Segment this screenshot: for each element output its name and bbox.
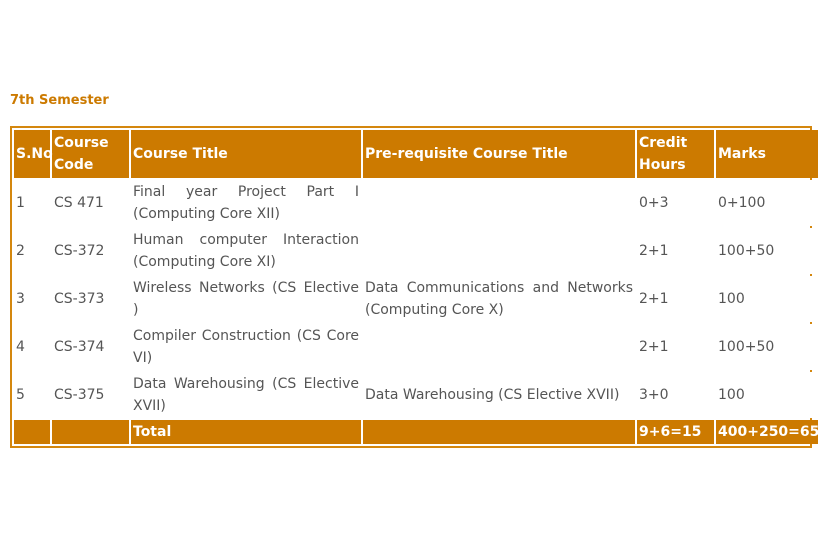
cell-prerequisite: [363, 324, 635, 370]
cell-code: CS 471: [52, 180, 129, 226]
header-credit-line1: Credit: [639, 135, 688, 151]
header-prerequisite: Pre-requisite Course Title: [363, 130, 635, 178]
table-row: 5 CS-375 Data Warehousing (CS Elective X…: [14, 372, 818, 418]
cell-sno: 2: [14, 228, 50, 274]
total-cell-sno: [14, 420, 50, 444]
cell-sno: 3: [14, 276, 50, 322]
header-course-code: Course Code: [52, 130, 129, 178]
total-cell-code: [52, 420, 129, 444]
cell-code: CS-372: [52, 228, 129, 274]
course-table-frame: S.No Course Code Course Title Pre-requis…: [10, 126, 826, 448]
cell-credit: 2+1: [637, 228, 714, 274]
total-credit: 9+6=15: [637, 420, 714, 444]
cell-title: Compiler Construction (CS Core VI): [131, 324, 361, 370]
cell-code: CS-374: [52, 324, 129, 370]
total-cell-prerequisite: [363, 420, 635, 444]
cell-marks: 100+50: [716, 324, 818, 370]
total-label: Total: [131, 420, 361, 444]
cell-prerequisite: Data Communications and Networks (Comput…: [363, 276, 635, 322]
table-row: 3 CS-373 Wireless Networks (CS Elective …: [14, 276, 818, 322]
header-marks: Marks: [716, 130, 818, 178]
cell-title: Wireless Networks (CS Elective ): [131, 276, 361, 322]
total-marks: 400+250=650: [716, 420, 826, 444]
cell-title: Final year Project Part I (Computing Cor…: [131, 180, 361, 226]
cell-sno: 5: [14, 372, 50, 418]
cell-marks: 0+100: [716, 180, 818, 226]
cell-sno: 4: [14, 324, 50, 370]
semester-heading: 7th Semester: [10, 93, 109, 108]
header-course-code-line2: Code: [54, 157, 94, 173]
cell-code: CS-375: [52, 372, 129, 418]
table-row: 1 CS 471 Final year Project Part I (Comp…: [14, 180, 818, 226]
course-table: S.No Course Code Course Title Pre-requis…: [12, 128, 826, 446]
cell-credit: 2+1: [637, 276, 714, 322]
cell-credit: 0+3: [637, 180, 714, 226]
cell-marks: 100: [716, 276, 818, 322]
cell-credit: 2+1: [637, 324, 714, 370]
table-header-row: S.No Course Code Course Title Pre-requis…: [14, 130, 818, 178]
cell-credit: 3+0: [637, 372, 714, 418]
cell-prerequisite: [363, 180, 635, 226]
header-credit-hours: Credit Hours: [637, 130, 714, 178]
header-sno: S.No: [14, 130, 53, 178]
table-row: 4 CS-374 Compiler Construction (CS Core …: [14, 324, 818, 370]
cell-marks: 100+50: [716, 228, 818, 274]
header-course-code-line1: Course: [54, 135, 109, 151]
header-credit-line2: Hours: [639, 157, 686, 173]
cell-title: Data Warehousing (CS Elective XVII): [131, 372, 361, 418]
header-course-title: Course Title: [131, 130, 361, 178]
table-row: 2 CS-372 Human computer Interaction (Com…: [14, 228, 818, 274]
cell-sno: 1: [14, 180, 50, 226]
cell-prerequisite: Data Warehousing (CS Elective XVII): [363, 372, 635, 418]
cell-code: CS-373: [52, 276, 129, 322]
cell-title: Human computer Interaction (Computing Co…: [131, 228, 361, 274]
table-total-row: Total 9+6=15 400+250=650: [14, 420, 826, 444]
cell-prerequisite: [363, 228, 635, 274]
cell-marks: 100: [716, 372, 818, 418]
